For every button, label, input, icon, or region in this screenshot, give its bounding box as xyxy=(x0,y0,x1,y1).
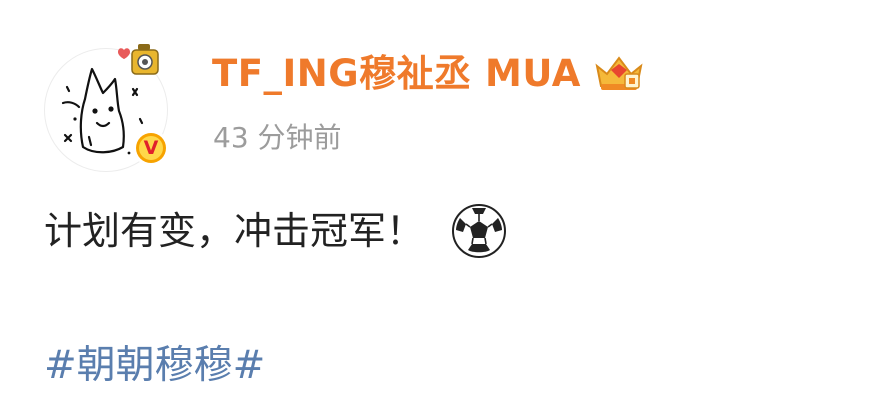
hashtag-link[interactable]: #朝朝穆穆# xyxy=(44,336,265,396)
post-content: 计划有变，冲击冠军！ xyxy=(44,202,508,260)
verified-badge: V xyxy=(133,130,169,166)
post-timestamp[interactable]: 43 分钟前 xyxy=(213,118,342,158)
camera-sticker-icon xyxy=(118,44,159,75)
verified-badge-label: V xyxy=(139,136,163,160)
avatar-group[interactable]: V xyxy=(42,38,177,172)
crown-badge-icon[interactable] xyxy=(591,50,647,98)
soccer-ball-icon xyxy=(452,204,507,258)
username[interactable]: TF_ING穆祉丞 MUA xyxy=(212,48,581,100)
author-row: TF_ING穆祉丞 MUA xyxy=(212,48,647,100)
post-text: 计划有变，冲击冠军！ xyxy=(44,209,425,253)
